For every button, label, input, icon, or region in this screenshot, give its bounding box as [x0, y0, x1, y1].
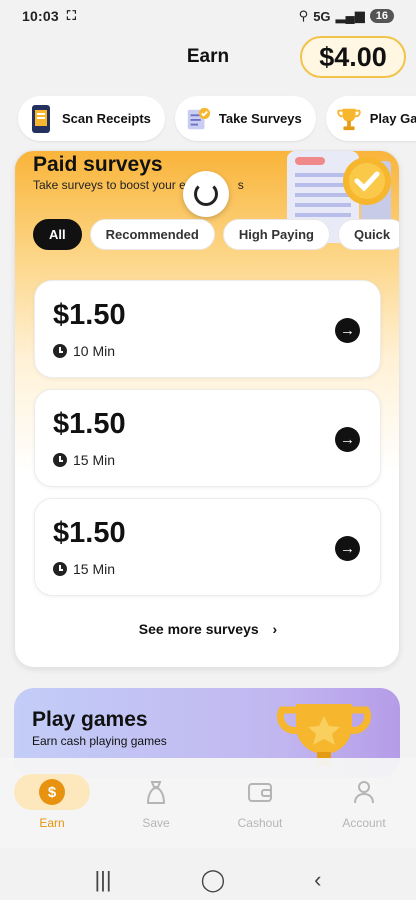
category-chips: Scan Receipts Take Surveys Play Games — [18, 96, 416, 141]
paid-surveys-card: Paid surveys Take surveys to boost your … — [14, 150, 400, 668]
network-label: 5G — [313, 8, 331, 24]
nav-label: Save — [142, 816, 170, 830]
earn-screen: 10:03 ⛶ ⚲ 5G ▂▄▆ 16 Earn $4.00 Scan Rece… — [0, 0, 416, 900]
surveys-title: Paid surveys — [33, 153, 163, 176]
trophy-icon — [336, 104, 362, 134]
duration-label: 15 Min — [73, 561, 116, 577]
filter-high-paying[interactable]: High Paying — [222, 219, 330, 250]
chevron-right-icon: › — [272, 621, 278, 637]
balance-button[interactable]: $4.00 — [300, 36, 406, 78]
chip-play-games[interactable]: Play Games — [325, 96, 416, 141]
bottom-navigation: $ Earn Save Cashout Account — [0, 758, 416, 848]
chip-label: Take Surveys — [218, 111, 302, 126]
nav-save[interactable]: Save — [104, 758, 208, 848]
header: Earn $4.00 — [0, 34, 416, 80]
duration-label: 15 Min — [73, 452, 116, 468]
filter-quick[interactable]: Quick — [337, 219, 399, 250]
chip-take-surveys[interactable]: Take Surveys — [174, 96, 316, 141]
nav-label: Earn — [39, 816, 65, 830]
clock-icon — [53, 562, 67, 576]
see-more-surveys-link[interactable]: See more surveys › — [15, 621, 399, 637]
survey-filters: All Recommended High Paying Quick — [33, 219, 399, 250]
survey-price: $1.50 — [53, 408, 126, 440]
nav-label: Cashout — [237, 816, 283, 830]
survey-price: $1.50 — [53, 299, 126, 331]
nav-icon-wrap: $ — [14, 774, 90, 810]
nav-icon-wrap — [222, 774, 298, 810]
filter-recommended[interactable]: Recommended — [89, 219, 215, 250]
survey-duration: 15 Min — [53, 561, 115, 577]
nav-icon-wrap — [118, 774, 194, 810]
signal-icon: ▂▄▆ — [335, 8, 365, 23]
location-icon: ⚲ — [298, 8, 309, 23]
piggy-bag-icon — [146, 781, 166, 804]
arrow-right-icon[interactable]: → — [335, 318, 360, 343]
nav-icon-wrap — [326, 774, 402, 810]
arrow-right-icon[interactable]: → — [335, 536, 360, 561]
wallet-icon — [248, 783, 272, 802]
system-navigation-bar: ||| ◯ ‹ — [0, 860, 416, 900]
survey-clipboard-icon — [185, 104, 211, 134]
recent-apps-icon[interactable]: ||| — [94, 867, 111, 893]
chip-label: Scan Receipts — [62, 111, 151, 126]
survey-item[interactable]: $1.50 15 Min → — [34, 389, 381, 487]
person-icon — [354, 781, 374, 804]
screen-record-icon: ⛶ — [66, 8, 76, 23]
duration-label: 10 Min — [73, 343, 116, 359]
survey-item[interactable]: $1.50 15 Min → — [34, 498, 381, 596]
status-bar: 10:03 ⛶ ⚲ 5G ▂▄▆ 16 — [0, 0, 416, 32]
games-subtitle: Earn cash playing games — [32, 734, 167, 748]
survey-price: $1.50 — [53, 517, 126, 549]
survey-duration: 15 Min — [53, 452, 115, 468]
loading-spinner — [183, 171, 229, 217]
nav-account[interactable]: Account — [312, 758, 416, 848]
chip-scan-receipts[interactable]: Scan Receipts — [18, 96, 165, 141]
status-right: ⚲ 5G ▂▄▆ 16 — [299, 8, 394, 24]
receipt-phone-icon — [28, 104, 54, 134]
back-icon[interactable]: ‹ — [314, 867, 321, 893]
survey-duration: 10 Min — [53, 343, 115, 359]
see-more-label: See more surveys — [138, 621, 259, 637]
chip-label: Play Games — [369, 111, 416, 126]
battery-badge: 16 — [369, 9, 394, 23]
clock-icon — [53, 344, 67, 358]
home-icon[interactable]: ◯ — [201, 867, 226, 893]
status-time: 10:03 — [22, 8, 59, 24]
nav-label: Account — [342, 816, 386, 830]
games-title: Play games — [32, 708, 148, 731]
dollar-coin-icon: $ — [39, 779, 65, 805]
spinner-icon — [194, 182, 218, 206]
nav-earn[interactable]: $ Earn — [0, 758, 104, 848]
arrow-right-icon[interactable]: → — [335, 427, 360, 452]
nav-cashout[interactable]: Cashout — [208, 758, 312, 848]
filter-all[interactable]: All — [33, 219, 82, 250]
clock-icon — [53, 453, 67, 467]
surveys-subtitle-text: Take surveys to boost your e — [33, 178, 186, 192]
survey-item[interactable]: $1.50 10 Min → — [34, 280, 381, 378]
